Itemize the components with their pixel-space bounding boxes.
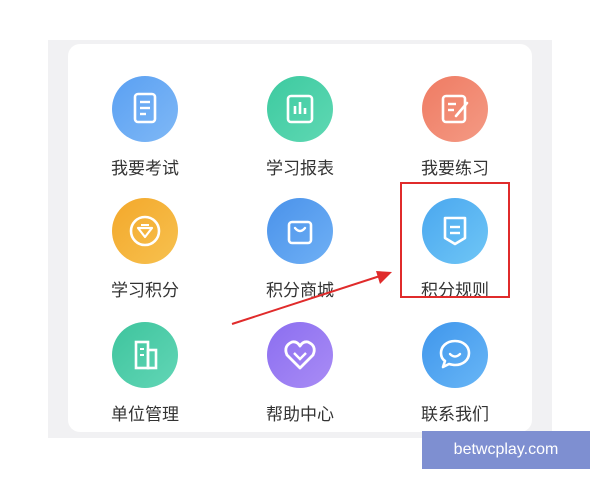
tile-label: 积分商城 (266, 281, 334, 301)
tile-report[interactable]: 学习报表 (245, 76, 355, 186)
tile-label: 帮助中心 (266, 405, 334, 425)
tile-label: 联系我们 (421, 405, 489, 425)
tile-label: 我要练习 (421, 159, 489, 179)
tile-label: 学习积分 (111, 281, 179, 301)
help-heart-icon (267, 322, 333, 388)
tile-points-mall[interactable]: 积分商城 (245, 198, 355, 308)
chat-bubble-icon (422, 322, 488, 388)
exam-doc-icon (112, 76, 178, 142)
tile-points[interactable]: 学习积分 (90, 198, 200, 308)
shopping-bag-icon (267, 198, 333, 264)
watermark: betwcplay.com (422, 431, 590, 469)
building-icon (112, 322, 178, 388)
tile-label: 单位管理 (111, 405, 179, 425)
tile-exam[interactable]: 我要考试 (90, 76, 200, 186)
report-chart-icon (267, 76, 333, 142)
tile-help-center[interactable]: 帮助中心 (245, 322, 355, 432)
points-gem-icon (112, 198, 178, 264)
practice-edit-icon (422, 76, 488, 142)
tile-unit-management[interactable]: 单位管理 (90, 322, 200, 432)
tile-practice[interactable]: 我要练习 (400, 76, 510, 186)
highlight-box (400, 182, 510, 298)
tile-label: 我要考试 (111, 159, 179, 179)
tile-label: 学习报表 (266, 159, 334, 179)
tile-contact-us[interactable]: 联系我们 (400, 322, 510, 432)
